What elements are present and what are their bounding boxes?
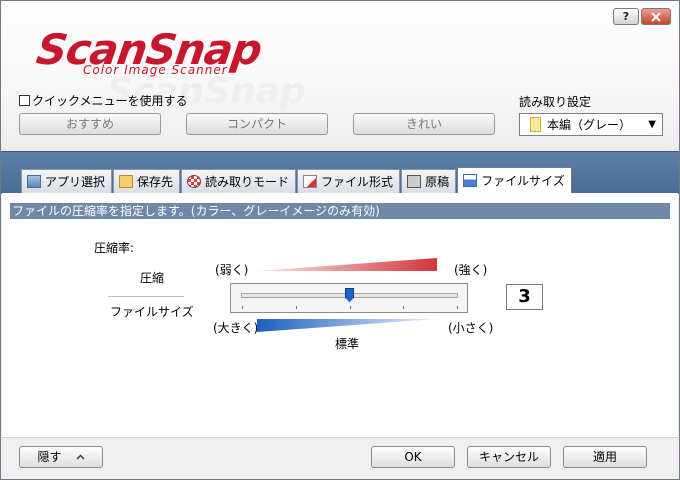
close-icon xyxy=(651,11,661,22)
document-setting-icon xyxy=(530,117,541,132)
strong-label: (強く) xyxy=(454,263,488,277)
chevron-up-icon xyxy=(76,454,84,460)
file-format-icon xyxy=(303,175,318,188)
title-bar-buttons: ? xyxy=(613,8,671,25)
tab-document[interactable]: 原稿 xyxy=(401,169,457,193)
panel-description: ファイルの圧縮率を指定します。(カラー、グレーイメージのみ有効) xyxy=(10,203,670,219)
application-icon xyxy=(27,175,41,188)
tab-label: ファイルサイズ xyxy=(481,174,565,188)
file-size-icon xyxy=(463,174,478,187)
preset-fine-button[interactable]: きれい xyxy=(353,113,495,135)
tab-label: 保存先 xyxy=(137,175,174,189)
scan-settings-select[interactable]: 本編（グレー） ▼ xyxy=(519,113,663,136)
apply-button[interactable]: 適用 xyxy=(563,446,647,468)
slider-thumb[interactable] xyxy=(345,288,354,302)
hide-button[interactable]: 隠す xyxy=(19,446,103,468)
tab-save-location[interactable]: 保存先 xyxy=(113,169,181,193)
tab-label: ファイル形式 xyxy=(321,175,394,189)
small-label: (小さく) xyxy=(448,321,494,335)
hide-button-label: 隠す xyxy=(37,450,62,464)
help-button[interactable]: ? xyxy=(613,8,639,25)
folder-icon xyxy=(119,175,134,188)
file-size-label: ファイルサイズ xyxy=(110,305,194,319)
tab-file-format[interactable]: ファイル形式 xyxy=(297,169,401,193)
slider-tick xyxy=(349,306,351,309)
document-icon xyxy=(407,175,422,188)
slider-tick xyxy=(242,306,243,309)
standard-label: 標準 xyxy=(335,337,360,351)
cancel-button[interactable]: キャンセル xyxy=(467,446,551,468)
dropdown-arrow-icon: ▼ xyxy=(648,119,656,130)
bottom-bar: 隠す OK キャンセル 適用 xyxy=(2,437,678,479)
preset-compact-button[interactable]: コンパクト xyxy=(186,113,328,135)
slider-tick xyxy=(403,306,405,309)
scan-mode-icon xyxy=(187,175,202,188)
compression-value: 3 xyxy=(506,284,543,310)
compression-label: 圧縮 xyxy=(140,271,165,285)
weak-label: (弱く) xyxy=(215,263,249,277)
file-size-panel: ファイルの圧縮率を指定します。(カラー、グレーイメージのみ有効) 圧縮率: 圧縮… xyxy=(2,193,678,437)
compression-strength-gradient xyxy=(257,258,437,271)
scansnap-logo: ScanSnap ScanSnap Color Image Scanner xyxy=(34,25,317,110)
compression-slider[interactable] xyxy=(230,283,468,313)
compression-title: 圧縮率: xyxy=(94,241,135,255)
tab-label: アプリ選択 xyxy=(45,175,106,189)
scan-settings-label: 読み取り設定 xyxy=(519,95,592,109)
logo-subtitle: Color Image Scanner xyxy=(83,63,228,77)
tab-application[interactable]: アプリ選択 xyxy=(21,169,113,193)
label-separator xyxy=(108,296,184,297)
quick-menu-label: クイックメニューを使用する xyxy=(32,94,188,108)
large-label: (大きく) xyxy=(213,321,259,335)
tab-label: 読み取りモード xyxy=(205,175,290,189)
close-button[interactable] xyxy=(641,8,671,25)
scansnap-settings-window: ? ScanSnap ScanSnap Color Image Scanner … xyxy=(0,0,680,480)
header-area: ? ScanSnap ScanSnap Color Image Scanner … xyxy=(1,1,679,151)
file-size-gradient xyxy=(257,319,437,332)
settings-tabs: アプリ選択 保存先 読み取りモード ファイル形式 原稿 ファイルサイズ xyxy=(21,167,573,193)
preset-recommended-button[interactable]: おすすめ xyxy=(19,113,161,135)
tab-label: 原稿 xyxy=(425,175,450,189)
tab-file-size[interactable]: ファイルサイズ xyxy=(457,167,572,193)
slider-tick xyxy=(295,306,297,309)
quick-menu-option[interactable]: クイックメニューを使用する xyxy=(19,92,188,109)
scan-settings-value: 本編（グレー） xyxy=(547,118,632,132)
slider-tick xyxy=(457,306,458,309)
tab-scan-mode[interactable]: 読み取りモード xyxy=(181,169,297,193)
quick-menu-checkbox[interactable] xyxy=(19,95,30,106)
ok-button[interactable]: OK xyxy=(371,446,455,468)
